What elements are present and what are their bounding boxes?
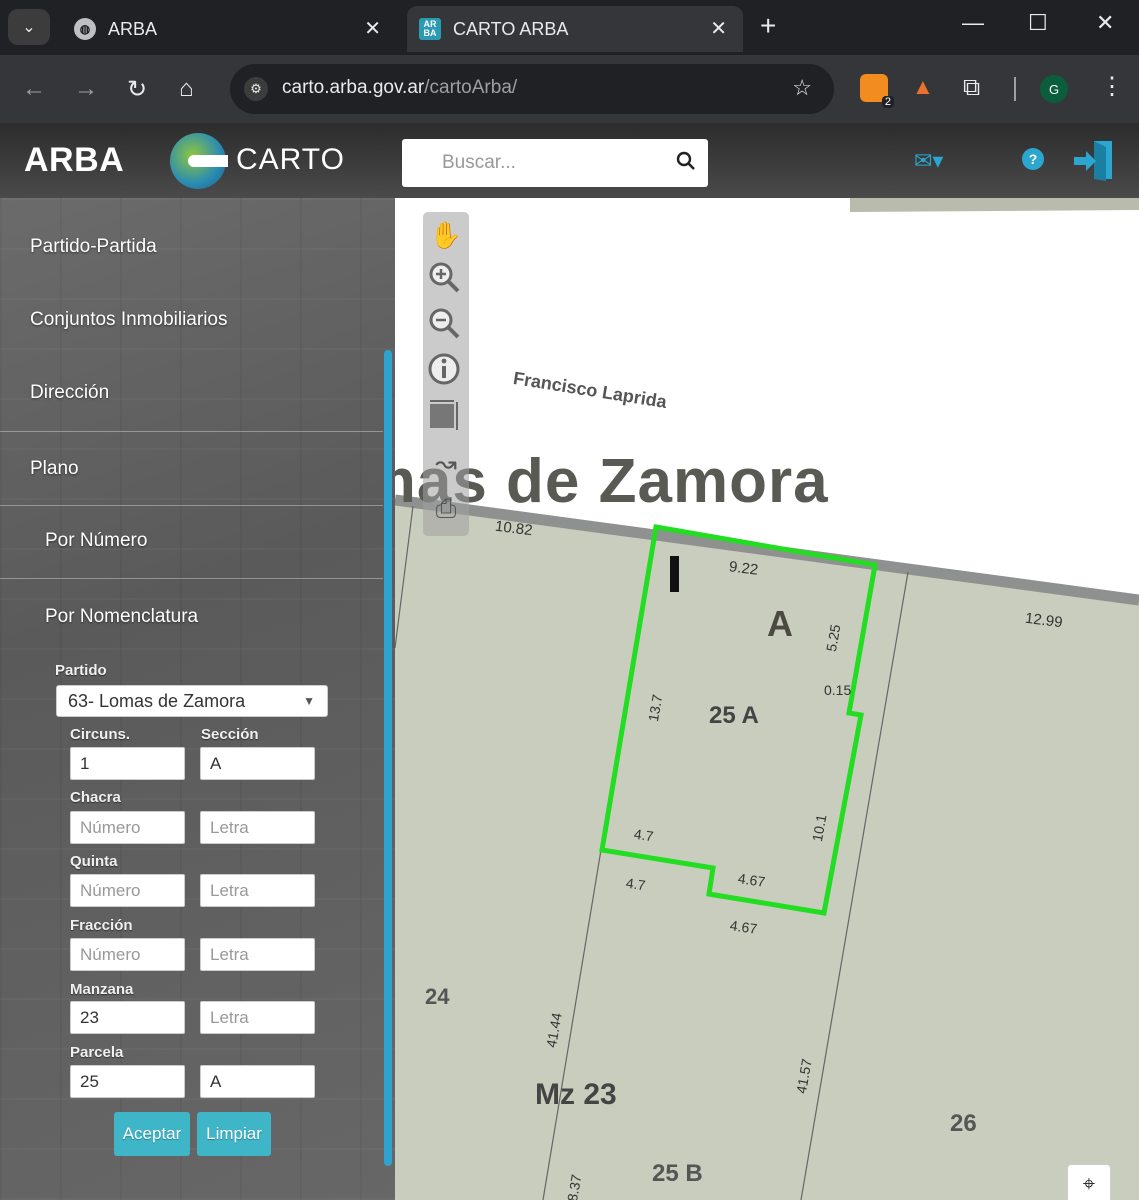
block-number-label: Mz 23 bbox=[535, 1078, 617, 1111]
chacra-numero-input[interactable] bbox=[70, 811, 185, 844]
lot-letter-label: A bbox=[767, 603, 793, 644]
menu-divider bbox=[0, 505, 383, 506]
menu-divider bbox=[0, 578, 383, 579]
limpiar-button[interactable]: Limpiar bbox=[197, 1112, 271, 1156]
arba-logo[interactable]: ARBA bbox=[24, 141, 124, 180]
dimension-label: 9.22 bbox=[728, 558, 760, 579]
fraccion-label: Fracción bbox=[70, 917, 133, 934]
partido-select[interactable]: 63- Lomas de Zamora ▼ bbox=[56, 685, 328, 717]
back-icon[interactable]: ← bbox=[22, 75, 46, 103]
extension-icon[interactable]: 2 bbox=[860, 74, 894, 108]
dimension-label: 0.15 bbox=[824, 682, 852, 698]
quinta-letra-input[interactable] bbox=[200, 874, 315, 907]
close-window-icon[interactable]: ✕ bbox=[1096, 10, 1114, 36]
zoom-out-icon[interactable] bbox=[427, 306, 465, 344]
menu-direccion[interactable]: Dirección bbox=[30, 382, 109, 404]
dimension-label: 4.7 bbox=[632, 825, 655, 845]
maximize-icon[interactable]: ☐ bbox=[1028, 10, 1048, 36]
print-icon[interactable]: ⎙ bbox=[427, 490, 465, 528]
forward-icon[interactable]: → bbox=[74, 75, 98, 103]
caret-down-icon: ▼ bbox=[303, 694, 315, 708]
manzana-letra-input[interactable] bbox=[200, 1001, 315, 1034]
manzana-numero-input[interactable] bbox=[70, 1001, 185, 1034]
minimize-icon[interactable]: — bbox=[962, 10, 984, 36]
extension-badge: 2 bbox=[881, 96, 894, 108]
search-icon[interactable] bbox=[676, 151, 696, 177]
menu-conjuntos-inmobiliarios[interactable]: Conjuntos Inmobiliarios bbox=[30, 309, 228, 331]
parcel-number-label: 24 bbox=[425, 984, 450, 1009]
partido-value: 63- Lomas de Zamora bbox=[68, 691, 246, 711]
app-header: ARBA CARTO ✉▾ ? bbox=[0, 123, 1139, 198]
pan-hand-icon[interactable]: ✋ bbox=[427, 216, 465, 254]
site-info-icon[interactable]: ⚙ bbox=[244, 77, 268, 101]
parcela-letra-input[interactable] bbox=[200, 1065, 315, 1098]
quinta-numero-input[interactable] bbox=[70, 874, 185, 907]
zoom-in-icon[interactable] bbox=[427, 260, 465, 298]
map-view[interactable]: Francisco Laprida Lomas de Zamora 10.82 … bbox=[395, 198, 1139, 1200]
globe-icon: ◍ bbox=[74, 18, 96, 40]
mail-dropdown-icon[interactable]: ✉▾ bbox=[914, 148, 943, 174]
map-toolbar: ✋ ↝ ⎙ bbox=[423, 212, 469, 536]
search-box bbox=[402, 139, 708, 187]
menu-plano[interactable]: Plano bbox=[30, 458, 79, 480]
browser-tab-bar: ⌄ ◍ ARBA ✕ AR BA CARTO ARBA ✕ + — ☐ ✕ bbox=[0, 0, 1139, 55]
chacra-letra-input[interactable] bbox=[200, 811, 315, 844]
tab-arba[interactable]: ◍ ARBA ✕ bbox=[62, 6, 397, 52]
tab-title: CARTO ARBA bbox=[453, 18, 569, 39]
circuns-input[interactable] bbox=[70, 747, 185, 780]
toolbar-divider bbox=[1014, 77, 1016, 101]
quinta-label: Quinta bbox=[70, 853, 118, 870]
parcel-marker bbox=[670, 556, 679, 592]
menu-partido-partida[interactable]: Partido-Partida bbox=[30, 236, 157, 258]
parcela-numero-input[interactable] bbox=[70, 1065, 185, 1098]
tab-carto-arba[interactable]: AR BA CARTO ARBA ✕ bbox=[407, 6, 743, 52]
reload-icon[interactable]: ↻ bbox=[127, 75, 147, 104]
parcela-label: Parcela bbox=[70, 1044, 124, 1061]
measure-area-icon[interactable] bbox=[427, 398, 465, 436]
puzzle-extensions-icon[interactable]: ⧉ bbox=[963, 74, 991, 102]
parcel-number-label: 25 A bbox=[709, 702, 759, 729]
menu-por-numero[interactable]: Por Número bbox=[45, 530, 147, 552]
profile-avatar[interactable]: G bbox=[1040, 75, 1068, 103]
browser-toolbar: ← → ↻ ⌂ ⚙ carto.arba.gov.ar/cartoArba/ ☆… bbox=[0, 55, 1139, 123]
home-icon[interactable]: ⌂ bbox=[179, 75, 194, 103]
aceptar-button[interactable]: Aceptar bbox=[114, 1112, 190, 1156]
tab-title: ARBA bbox=[108, 18, 158, 39]
seccion-input[interactable] bbox=[200, 747, 315, 780]
partido-label: Partido bbox=[55, 662, 107, 679]
close-tab-icon[interactable]: ✕ bbox=[364, 16, 381, 41]
address-bar[interactable]: ⚙ carto.arba.gov.ar/cartoArba/ ☆ bbox=[230, 64, 834, 114]
crosshair-icon: ⌖ bbox=[1082, 1171, 1096, 1196]
circuns-label: Circuns. bbox=[70, 726, 131, 743]
fraccion-letra-input[interactable] bbox=[200, 938, 315, 971]
fraccion-numero-input[interactable] bbox=[70, 938, 185, 971]
search-input[interactable] bbox=[402, 139, 662, 187]
arba-favicon-icon: AR BA bbox=[419, 18, 441, 40]
sidebar-scrollbar[interactable] bbox=[384, 350, 392, 1166]
dimension-label: 4.7 bbox=[624, 874, 647, 894]
new-tab-button[interactable]: + bbox=[760, 10, 776, 42]
logout-icon[interactable] bbox=[1072, 137, 1116, 183]
tab-search-button[interactable]: ⌄ bbox=[8, 9, 50, 45]
manzana-label: Manzana bbox=[70, 981, 134, 998]
carto-globe-icon bbox=[170, 133, 228, 189]
menu-por-nomenclatura[interactable]: Por Nomenclatura bbox=[45, 606, 198, 628]
bookmark-star-icon[interactable]: ☆ bbox=[792, 75, 812, 101]
parcel-number-label: 25 B bbox=[652, 1160, 703, 1187]
close-tab-icon[interactable]: ✕ bbox=[710, 16, 727, 41]
menu-divider bbox=[0, 431, 383, 432]
map-canvas bbox=[395, 198, 1139, 1200]
parcel-number-label: 26 bbox=[950, 1110, 977, 1137]
chacra-label: Chacra bbox=[70, 789, 121, 806]
locate-me-button[interactable]: ⌖ bbox=[1067, 1164, 1111, 1200]
chevron-down-icon: ⌄ bbox=[22, 19, 36, 36]
menu-kebab-icon[interactable]: ⋮ bbox=[1100, 72, 1124, 101]
info-icon[interactable] bbox=[427, 352, 465, 390]
url-text: carto.arba.gov.ar/cartoArba/ bbox=[282, 77, 518, 98]
help-icon[interactable]: ? bbox=[1022, 148, 1044, 170]
measure-distance-icon[interactable]: ↝ bbox=[427, 444, 465, 482]
seccion-label: Sección bbox=[201, 726, 259, 743]
fox-extension-icon[interactable]: ▲ bbox=[912, 74, 940, 102]
carto-logo[interactable]: CARTO bbox=[236, 143, 345, 177]
